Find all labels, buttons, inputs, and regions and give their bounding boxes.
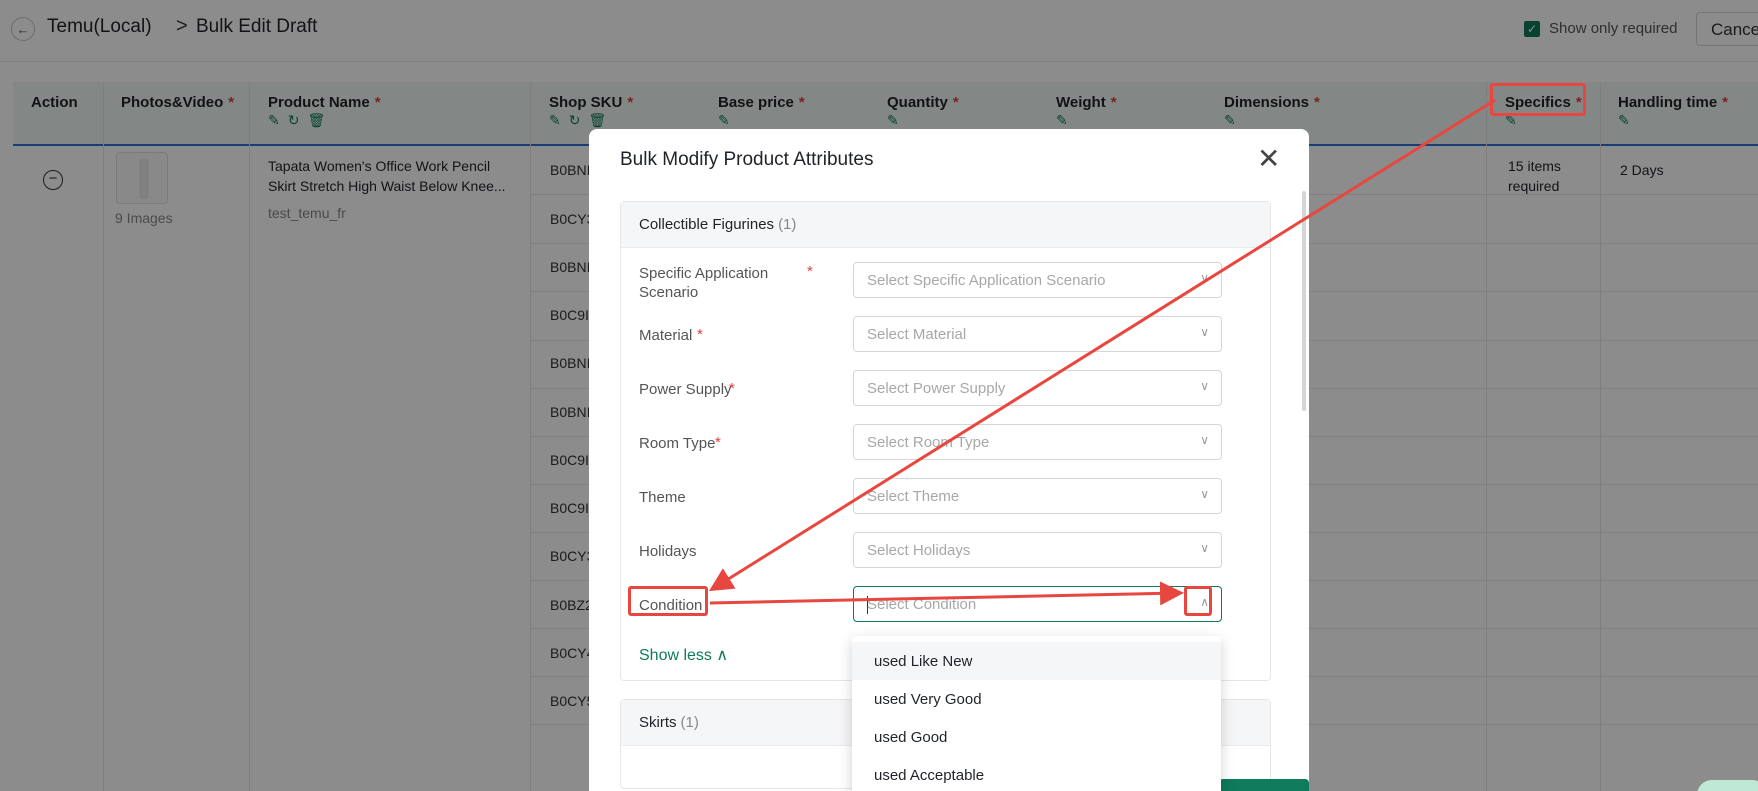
annotation-arrow-specifics-to-condition [708,98,1496,592]
annotation-arrow-condition-to-chevron [709,581,1184,606]
annotation-arrows [708,98,1496,606]
